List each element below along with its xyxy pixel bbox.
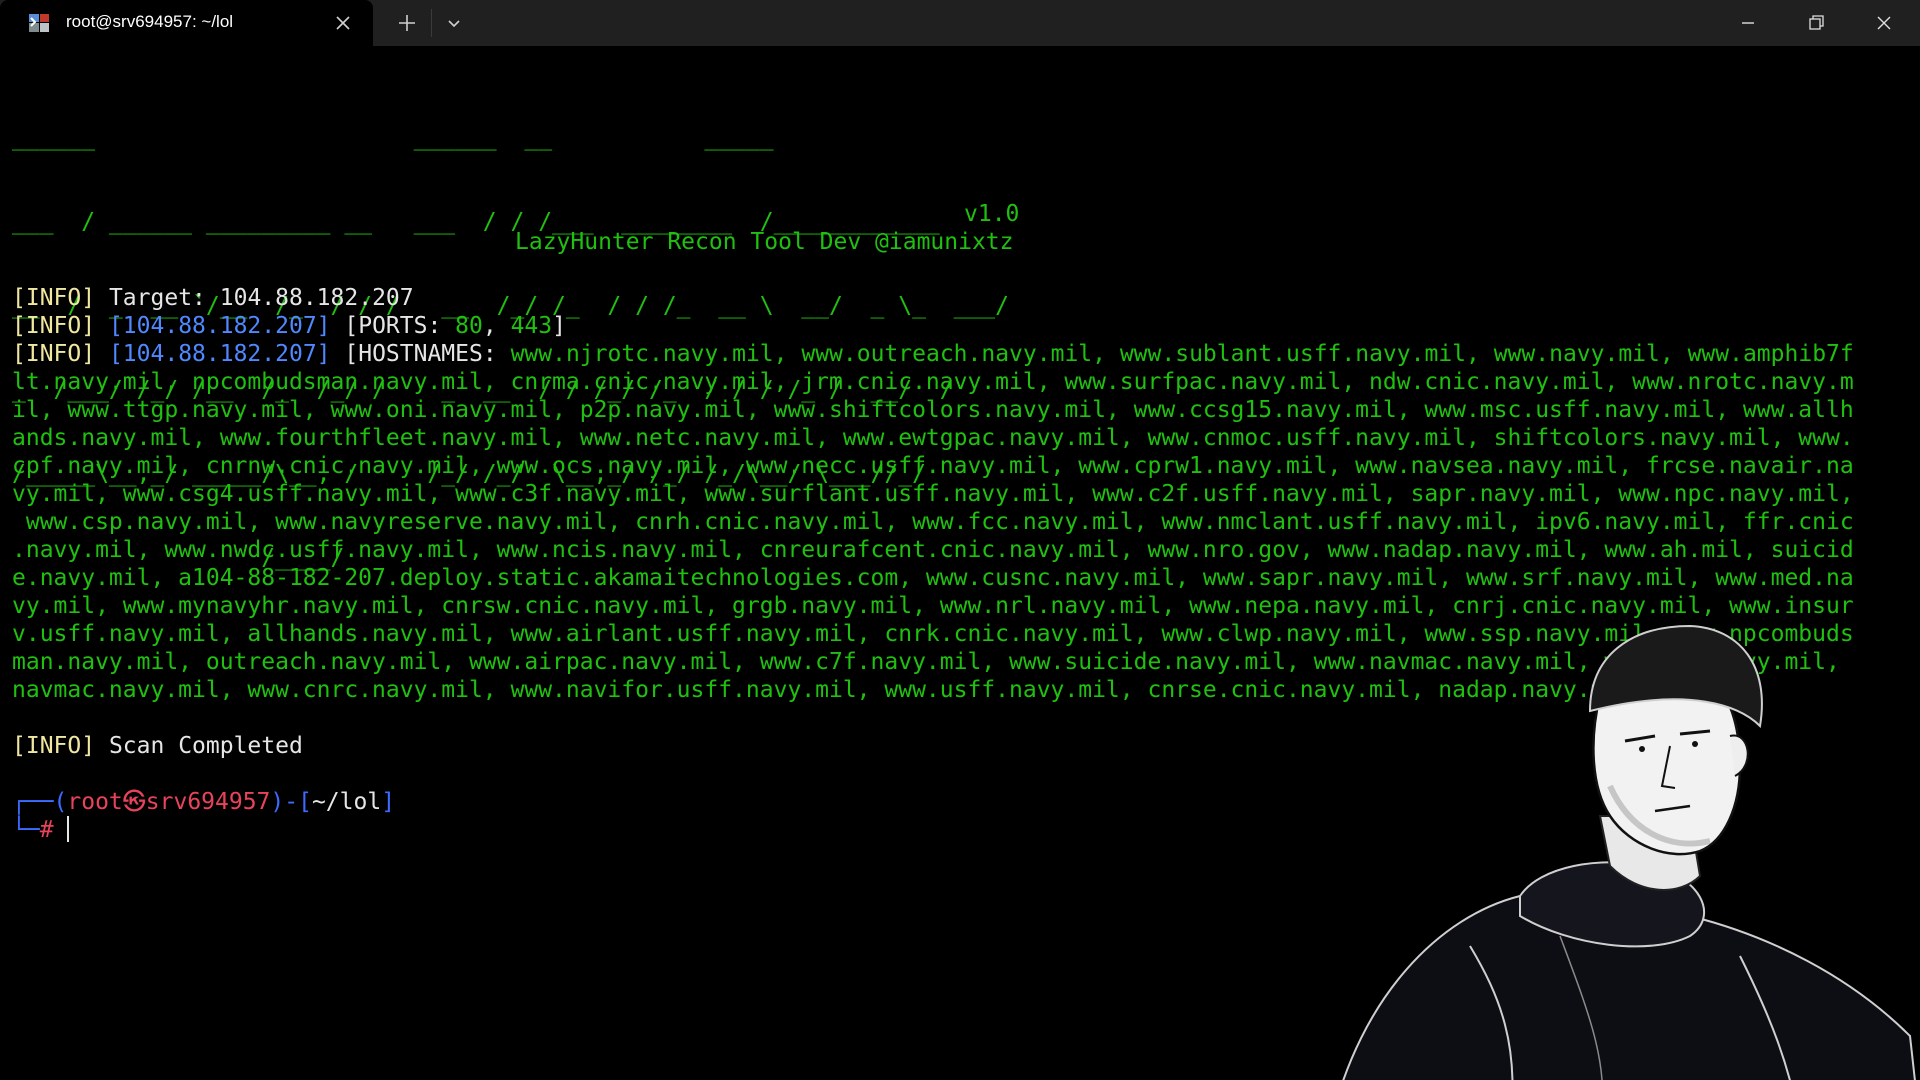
title-bar: root@srv694957: ~/lol xyxy=(0,0,1920,46)
port-value: 80 xyxy=(455,313,483,339)
info-hostnames-line: [INFO] [104.88.182.207] [HOSTNAMES: www.… xyxy=(12,340,1854,368)
hostname-line: ands.navy.mil, www.fourthfleet.navy.mil,… xyxy=(12,425,1854,451)
hostname-line: vy.mil, www.csg4.usff.navy.mil, www.c3f.… xyxy=(12,481,1854,507)
plus-icon[interactable] xyxy=(395,11,419,35)
prompt-input-line[interactable]: └─# xyxy=(12,816,54,844)
ports-close: ] xyxy=(552,313,566,339)
info-completed-line: [INFO] Scan Completed xyxy=(12,732,303,760)
tab-close-icon[interactable] xyxy=(333,13,353,33)
version-label: v1.0 xyxy=(964,201,1020,227)
target-label: Target: xyxy=(108,285,206,311)
tab-terminal[interactable]: root@srv694957: ~/lol xyxy=(0,0,373,46)
hostname-line: e.navy.mil, a104-88-182-207.deploy.stati… xyxy=(12,565,1854,591)
prompt-host: srv694957 xyxy=(145,789,271,815)
tool-credit: LazyHunter Recon Tool Dev @iamunixtz xyxy=(515,229,1014,255)
terminal-icon xyxy=(28,12,50,34)
close-icon xyxy=(1877,16,1891,30)
maximize-button[interactable] xyxy=(1782,0,1850,46)
hostname-line: .navy.mil, www.nwdc.usff.navy.mil, www.n… xyxy=(12,537,1854,563)
target-ip: 104.88.182.207 xyxy=(219,285,414,311)
terminal-output[interactable]: ______ ______ __ _____ ___ / ______ ____… xyxy=(0,46,1920,1080)
tab-title: root@srv694957: ~/lol xyxy=(66,12,234,31)
hostname-line: www.csp.navy.mil, www.navyreserve.navy.m… xyxy=(12,509,1854,535)
hostname-line: lt.navy.mil, npcombudsman.navy.mil, cnrm… xyxy=(12,369,1854,395)
info-tag: [INFO] xyxy=(12,341,96,367)
hostname-line: cpf.navy.mil, cnrnw.cnic.navy.mil, www.o… xyxy=(12,453,1854,479)
text-cursor xyxy=(67,816,69,842)
hostname-line: www.njrotc.navy.mil, www.outreach.navy.m… xyxy=(510,341,1854,367)
prompt-at: ㉿ xyxy=(122,789,146,815)
info-tag: [INFO] xyxy=(12,285,96,311)
ip-bracket: [104.88.182.207] xyxy=(108,313,331,339)
prompt-line: ┌──(root㉿srv694957)-[~/lol] xyxy=(12,789,396,815)
prompt-symbol: # xyxy=(39,817,54,843)
hacker-illustration xyxy=(1342,624,1916,1080)
ports-label: [PORTS: xyxy=(344,313,442,339)
prompt-path: ~/lol xyxy=(311,789,382,815)
banner-line: ______ ______ __ _____ xyxy=(12,125,774,151)
close-button[interactable] xyxy=(1850,0,1918,46)
restore-icon xyxy=(1809,15,1824,30)
info-ports-line: [INFO] [104.88.182.207] [PORTS: 80, 443] xyxy=(12,313,566,339)
minimize-icon xyxy=(1742,22,1754,24)
prompt-user: root xyxy=(67,789,123,815)
chevron-down-icon[interactable] xyxy=(442,11,466,35)
port-value: 443 xyxy=(510,313,553,339)
info-target-line: [INFO] Target: 104.88.182.207 xyxy=(12,284,414,312)
info-tag: [INFO] xyxy=(12,733,96,759)
tab-separator xyxy=(431,9,432,37)
terminal-window: root@srv694957: ~/lol ______ ______ __ _… xyxy=(0,0,1920,1080)
minimize-button[interactable] xyxy=(1714,0,1782,46)
ip-bracket: [104.88.182.207] xyxy=(108,341,331,367)
hostname-line: il, www.ttgp.navy.mil, www.oni.navy.mil,… xyxy=(12,397,1854,423)
hostnames-label: [HOSTNAMES: xyxy=(344,341,497,367)
info-tag: [INFO] xyxy=(12,313,96,339)
scan-completed: Scan Completed xyxy=(108,733,303,759)
